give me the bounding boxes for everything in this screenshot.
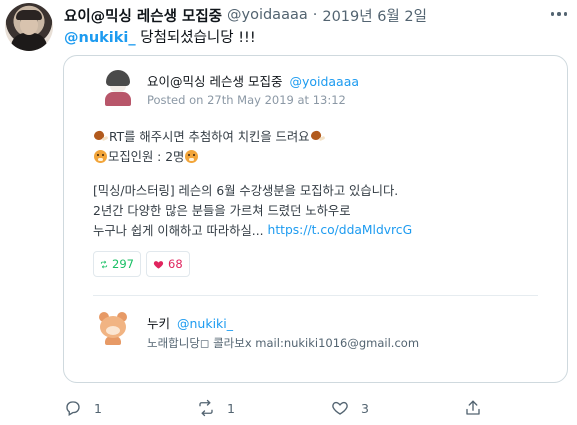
quote-line-4: 2년간 다양한 많은 분들을 가르쳐 드렸던 노하우로 <box>93 204 351 218</box>
heart-icon <box>153 260 164 269</box>
retweet-icon <box>199 399 213 417</box>
reply-count: 1 <box>94 400 102 416</box>
quote-author-name: 요이@믹싱 레슨생 모집중 <box>147 74 283 89</box>
tiger-face-icon <box>185 149 199 163</box>
author-name[interactable]: 요이@믹싱 레슨생 모집중 <box>64 5 222 26</box>
quote-author-handle[interactable]: @yoidaaaa <box>289 74 359 89</box>
share-action[interactable] <box>464 398 482 418</box>
author-avatar[interactable] <box>5 3 53 51</box>
author-handle[interactable]: @yoidaaaa <box>227 7 308 23</box>
mention-link[interactable]: @nukiki_ <box>64 30 136 46</box>
tweet-date[interactable]: 2019년 6월 2일 <box>322 5 427 26</box>
like-count-badge[interactable]: 68 <box>146 251 190 277</box>
reply-icon <box>66 401 80 416</box>
reply-action[interactable]: 1 <box>64 398 102 418</box>
quote-author-avatar[interactable] <box>102 68 132 108</box>
like-action[interactable]: 3 <box>331 398 369 418</box>
tweet: 요이@믹싱 레슨생 모집중 @yoidaaaa · 2019년 6월 2일 @n… <box>0 0 577 425</box>
like-count: 68 <box>168 257 183 271</box>
reply-author-name: 누키 <box>147 316 171 331</box>
tiger-face-icon <box>94 149 107 163</box>
quote-author[interactable]: 요이@믹싱 레슨생 모집중 @yoidaaaa <box>147 71 359 90</box>
like-action-count: 3 <box>361 400 369 416</box>
quote-line-5: 누구나 쉽게 이해하고 따라하실... https://t.co/ddaMldvr… <box>93 221 412 239</box>
quote-line-5-text: 누구나 쉽게 이해하고 따라하실... <box>93 224 264 238</box>
retweet-count-badge[interactable]: 297 <box>93 251 141 277</box>
quote-line-2: 모집인원 : 2명 <box>93 147 199 165</box>
retweet-action-count: 1 <box>227 400 235 416</box>
quote-posted-date: Posted on 27th May 2019 at 13:12 <box>147 93 346 107</box>
reply-author-handle[interactable]: @nukiki_ <box>177 316 233 331</box>
reply-author[interactable]: 누키 @nukiki_ <box>147 313 233 332</box>
chicken-leg-icon <box>94 130 108 142</box>
tweet-text: @nukiki_ 당첨되셨습니당 !!! <box>64 26 256 47</box>
separator-dot: · <box>312 7 318 23</box>
reply-author-bio: 노래합니당◻ 콜라보x mail:nukiki1016@gmail.com <box>147 336 420 350</box>
quote-link[interactable]: https://t.co/ddaMldvrcG <box>268 223 413 237</box>
retweet-count: 297 <box>112 257 134 271</box>
chicken-leg-icon <box>311 130 325 142</box>
retweet-icon <box>100 260 108 268</box>
quote-line-1: RT를 해주시면 추첨하여 치킨을 드려요 <box>93 127 326 145</box>
quote-line-1-text: RT를 해주시면 추첨하여 치킨을 드려요 <box>109 130 310 144</box>
retweet-action[interactable]: 1 <box>197 398 235 418</box>
tweet-header: 요이@믹싱 레슨생 모집중 @yoidaaaa · 2019년 6월 2일 <box>64 5 427 25</box>
tweet-body: 당첨되셨습니당 !!! <box>135 30 256 46</box>
quote-line-3: [믹싱/마스터링] 레슨의 6월 수강생분을 모집하고 있습니다. <box>93 184 399 198</box>
quote-line-2-text: 모집인원 : 2명 <box>108 150 185 164</box>
reply-author-avatar[interactable] <box>96 311 130 345</box>
divider <box>93 295 538 296</box>
like-icon <box>332 401 348 415</box>
more-icon[interactable] <box>548 7 570 21</box>
share-icon <box>466 400 480 415</box>
